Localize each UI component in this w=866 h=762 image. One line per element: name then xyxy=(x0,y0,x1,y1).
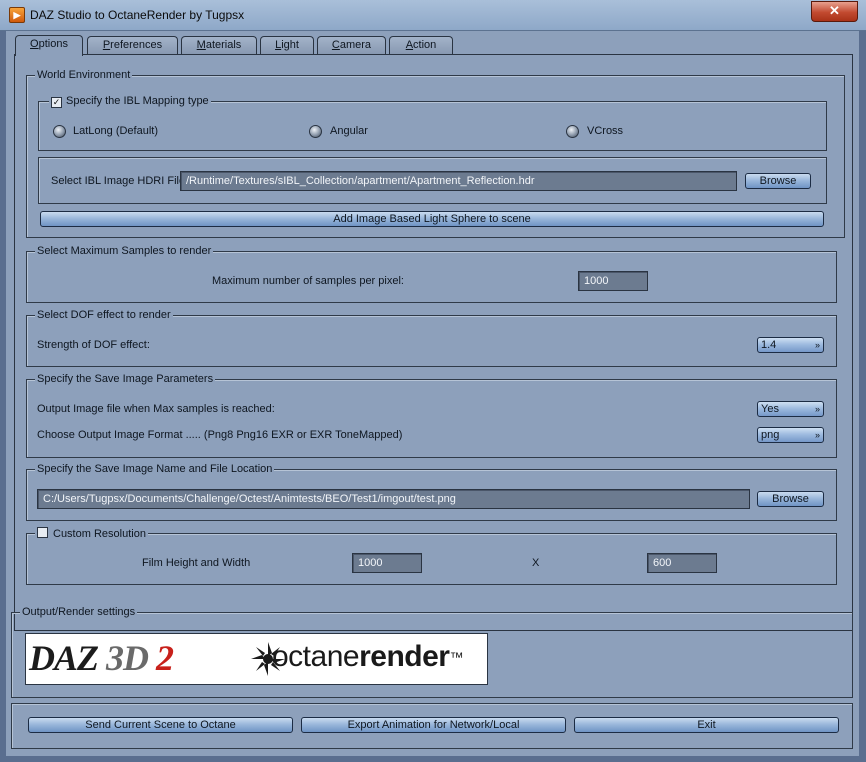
max-samples-input[interactable]: 1000 xyxy=(578,271,648,291)
film-size-label: Film Height and Width xyxy=(142,557,251,569)
dof-title: Select DOF effect to render xyxy=(35,309,173,321)
tab-light[interactable]: Light xyxy=(260,36,314,55)
radio-angular[interactable] xyxy=(309,125,322,138)
close-button[interactable]: ✕ xyxy=(811,1,858,22)
max-samples-group: Select Maximum Samples to render Maximum… xyxy=(26,245,837,303)
title-bar: ▶ DAZ Studio to OctaneRender by Tugpsx ✕ xyxy=(0,0,866,31)
custom-resolution-header: Custom Resolution xyxy=(35,527,148,540)
app-icon: ▶ xyxy=(9,7,25,23)
custom-resolution-checkbox[interactable] xyxy=(37,527,48,538)
save-browse-button[interactable]: Browse xyxy=(757,491,824,507)
tab-options[interactable]: Options xyxy=(15,35,83,56)
chevron-down-icon: » xyxy=(814,430,820,440)
options-panel: World Environment ✓ Specify the IBL Mappi… xyxy=(14,54,853,631)
output-when-max-select[interactable]: Yes » xyxy=(757,401,824,417)
output-format-select[interactable]: png » xyxy=(757,427,824,443)
radio-angular-label: Angular xyxy=(330,125,368,137)
tab-preferences[interactable]: Preferences xyxy=(87,36,178,55)
world-environment-group: World Environment ✓ Specify the IBL Mappi… xyxy=(26,69,845,238)
daz3d-logo: DAZ 3D 2 xyxy=(29,638,174,678)
ibl-mapping-header: ✓ Specify the IBL Mapping type xyxy=(49,95,211,108)
custom-resolution-label: Custom Resolution xyxy=(53,528,146,540)
tab-materials[interactable]: Materials xyxy=(181,36,257,55)
output-when-max-value: Yes xyxy=(761,403,779,415)
custom-resolution-group: Custom Resolution Film Height and Width … xyxy=(26,527,837,585)
hdri-browse-button[interactable]: Browse xyxy=(745,173,811,189)
window-title: DAZ Studio to OctaneRender by Tugpsx xyxy=(30,8,245,22)
radio-latlong[interactable] xyxy=(53,125,66,138)
dof-group: Select DOF effect to render Strength of … xyxy=(26,309,837,367)
daz-octane-logo: DAZ 3D 2 octanerender™ xyxy=(25,633,488,685)
tab-action[interactable]: Action xyxy=(389,36,453,55)
output-format-value: png xyxy=(761,429,780,441)
octanerender-wordmark: octanerender™ xyxy=(272,640,463,673)
send-scene-button[interactable]: Send Current Scene to Octane xyxy=(28,717,293,733)
output-when-max-label: Output Image file when Max samples is re… xyxy=(37,403,275,415)
output-render-title: Output/Render settings xyxy=(20,606,138,618)
max-samples-label: Maximum number of samples per pixel: xyxy=(212,275,404,287)
dof-strength-select[interactable]: 1.4 » xyxy=(757,337,824,353)
add-ibl-sphere-button[interactable]: Add Image Based Light Sphere to scene xyxy=(40,211,824,227)
save-path-field[interactable]: C:/Users/Tugpsx/Documents/Challenge/Octe… xyxy=(37,489,750,509)
exit-button[interactable]: Exit xyxy=(574,717,839,733)
film-height-input[interactable]: 1000 xyxy=(352,553,422,573)
chevron-down-icon: » xyxy=(814,340,820,350)
film-width-input[interactable]: 600 xyxy=(647,553,717,573)
ibl-mapping-label: Specify the IBL Mapping type xyxy=(66,95,209,107)
ibl-mapping-checkbox[interactable]: ✓ xyxy=(51,97,62,108)
tab-camera[interactable]: Camera xyxy=(317,36,386,55)
chevron-down-icon: » xyxy=(814,404,820,414)
radio-latlong-label: LatLong (Default) xyxy=(73,125,158,137)
radio-vcross-label: VCross xyxy=(587,125,624,137)
output-format-label: Choose Output Image Format ..... (Png8 P… xyxy=(37,429,403,441)
hdri-file-label: Select IBL Image HDRI File xyxy=(51,175,186,187)
main-window: Options Preferences Materials Light Came… xyxy=(6,31,859,756)
dof-strength-label: Strength of DOF effect: xyxy=(37,339,150,351)
save-location-title: Specify the Save Image Name and File Loc… xyxy=(35,463,275,475)
world-environment-title: World Environment xyxy=(35,69,133,81)
max-samples-title: Select Maximum Samples to render xyxy=(35,245,214,257)
resolution-separator: X xyxy=(532,557,540,569)
save-location-group: Specify the Save Image Name and File Loc… xyxy=(26,463,837,521)
ibl-mapping-group: ✓ Specify the IBL Mapping type LatLong (D… xyxy=(38,95,827,151)
hdri-path-field[interactable]: /Runtime/Textures/sIBL_Collection/apartm… xyxy=(180,171,737,191)
export-animation-button[interactable]: Export Animation for Network/Local xyxy=(301,717,566,733)
save-params-group: Specify the Save Image Parameters Output… xyxy=(26,373,837,458)
dof-strength-value: 1.4 xyxy=(761,339,777,351)
radio-vcross[interactable] xyxy=(566,125,579,138)
save-params-title: Specify the Save Image Parameters xyxy=(35,373,216,385)
hdri-file-group: Select IBL Image HDRI File /Runtime/Text… xyxy=(38,157,827,204)
